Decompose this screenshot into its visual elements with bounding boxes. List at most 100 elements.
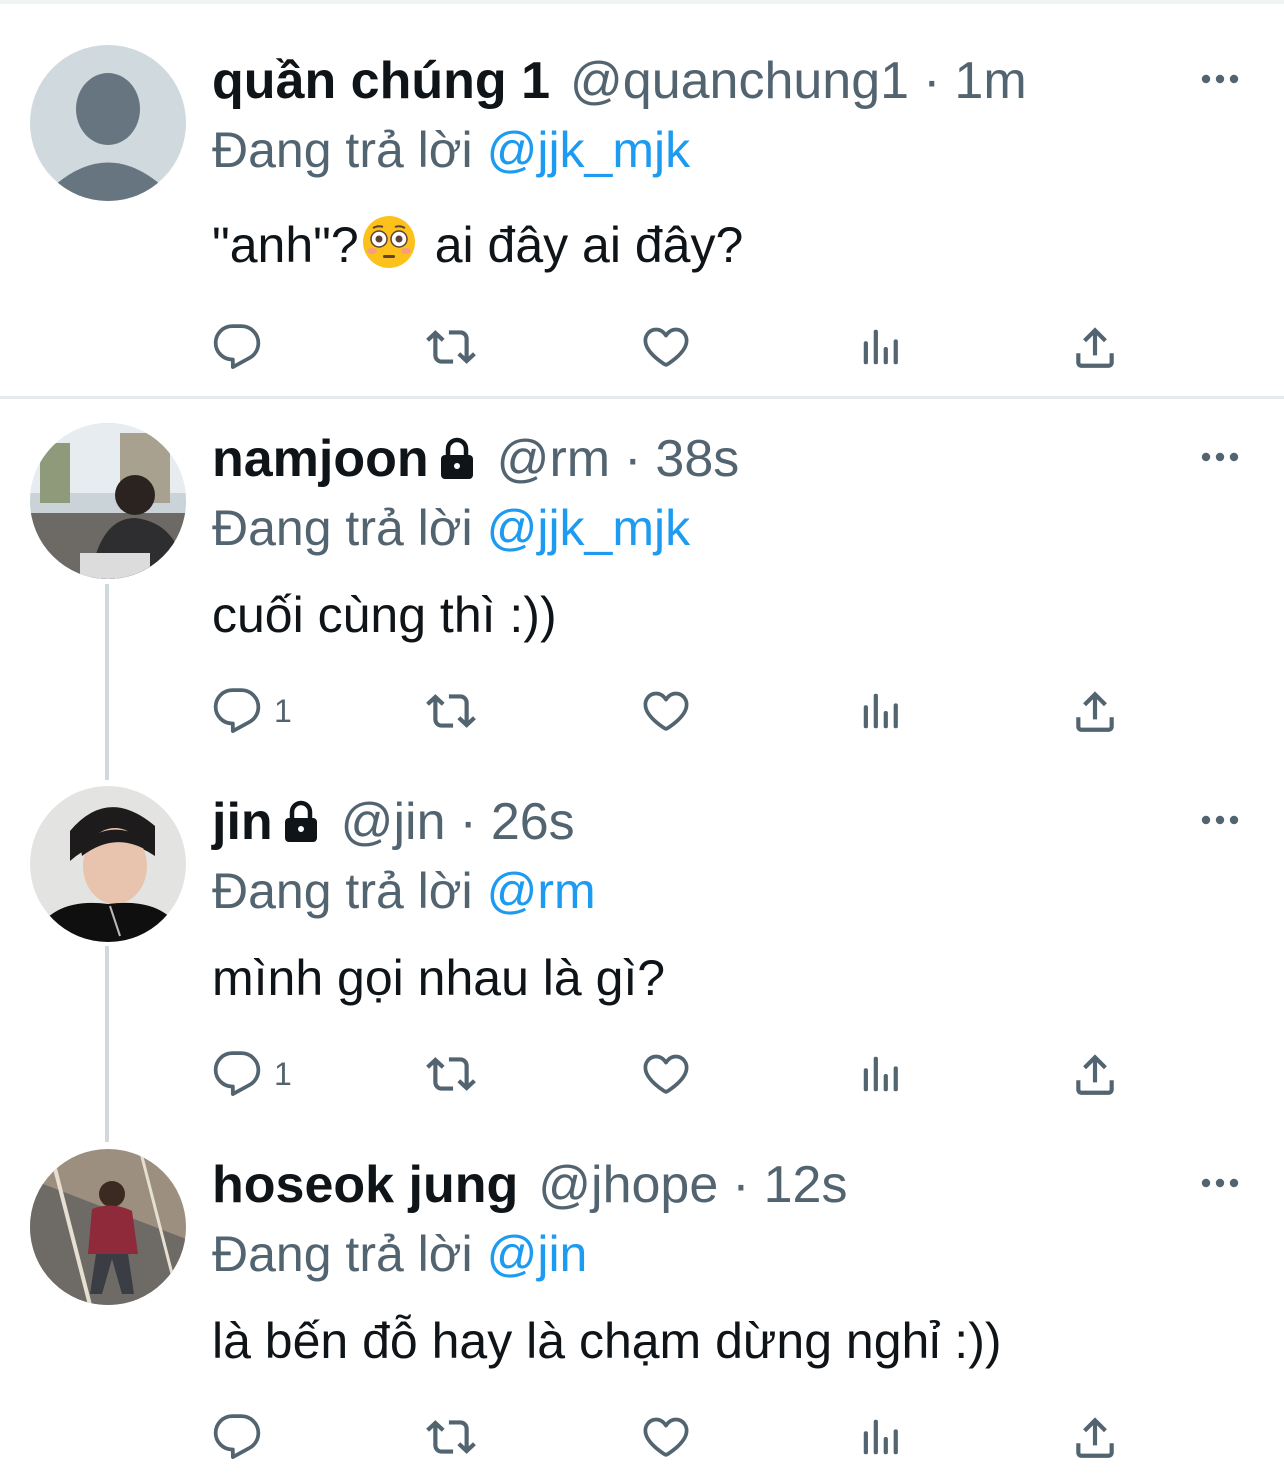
retweet-button[interactable] [424,322,484,372]
reply-count: 1 [274,1055,292,1092]
reply-button[interactable] [212,322,272,372]
reply-context: Đang trả lời @jjk_mjk [212,498,690,558]
retweet-icon [424,1049,478,1099]
tweet-2[interactable]: namjoon @rm · 38s Đang trả lời @jjk_mjk … [0,400,1284,762]
share-icon [1070,686,1120,736]
user-handle[interactable]: @jin [341,790,446,854]
retweet-button[interactable] [424,1049,484,1099]
reply-button[interactable] [212,1412,272,1462]
more-icon[interactable] [1196,442,1244,472]
reply-icon [212,322,262,372]
reply-context: Đang trả lời @jin [212,1224,587,1284]
reply-count: 1 [274,692,292,729]
views-icon [858,686,904,736]
like-button[interactable] [640,1412,700,1462]
reply-mention[interactable]: @jjk_mjk [487,122,691,178]
timestamp[interactable]: 38s [655,427,739,491]
retweet-icon [424,322,478,372]
retweet-icon [424,686,478,736]
share-icon [1070,1412,1120,1462]
like-icon [640,1412,692,1462]
views-button[interactable] [858,686,918,736]
tweet-text: mình gọi nhau là gì? [212,950,666,1006]
tweet-3[interactable]: jin @jin · 26s Đang trả lời @rm mình gọi… [0,763,1284,1125]
default-avatar-icon [30,45,186,201]
reply-mention[interactable]: @jjk_mjk [487,500,691,556]
profile-photo-icon [30,1149,186,1305]
reply-mention[interactable]: @rm [487,863,596,919]
reply-icon [212,1049,262,1099]
separator: · [459,793,477,851]
share-button[interactable] [1070,322,1130,372]
avatar-namjoon[interactable] [30,423,186,579]
share-button[interactable] [1070,1412,1130,1462]
views-icon [858,1049,904,1099]
avatar-jin[interactable] [30,786,186,942]
like-icon [640,322,692,372]
views-button[interactable] [858,1412,918,1462]
share-icon [1070,1049,1120,1099]
reply-button[interactable]: 1 [212,1049,332,1099]
tweet-4[interactable]: hoseok jung @jhope · 12s Đang trả lời @j… [0,1126,1284,1482]
tweet-header: jin @jin · 26s [212,790,575,854]
reply-context: Đang trả lời @jjk_mjk [212,120,690,180]
more-icon[interactable] [1196,64,1244,94]
lock-icon [281,800,321,844]
display-name[interactable]: quần chúng 1 [212,49,550,113]
lock-icon [437,437,477,481]
separator: · [624,430,642,488]
flushed-face-icon [362,216,415,268]
share-button[interactable] [1070,1049,1130,1099]
profile-photo-icon [30,423,186,579]
reply-prefix: Đang trả lời [212,500,473,556]
views-icon [858,1412,904,1462]
reply-prefix: Đang trả lời [212,122,473,178]
views-icon [858,322,904,372]
more-icon[interactable] [1196,1168,1244,1198]
user-handle[interactable]: @rm [497,427,610,491]
reply-prefix: Đang trả lời [212,863,473,919]
display-name[interactable]: hoseok jung [212,1153,518,1217]
user-handle[interactable]: @quanchung1 [570,49,909,113]
share-icon [1070,322,1120,372]
timestamp[interactable]: 12s [764,1153,848,1217]
like-icon [640,1049,692,1099]
tweet-header: hoseok jung @jhope · 12s [212,1153,847,1217]
avatar-default[interactable] [30,45,186,201]
like-button[interactable] [640,322,700,372]
reply-prefix: Đang trả lời [212,1226,473,1282]
retweet-button[interactable] [424,1412,484,1462]
more-icon[interactable] [1196,805,1244,835]
retweet-button[interactable] [424,686,484,736]
tweet-1[interactable]: quần chúng 1 @quanchung1 · 1m Đang trả l… [0,0,1284,396]
tweet-text: cuối cùng thì :)) [212,587,557,643]
tweet-header: quần chúng 1 @quanchung1 · 1m [212,49,1027,113]
like-icon [640,686,692,736]
like-button[interactable] [640,1049,700,1099]
display-name[interactable]: jin [212,790,273,854]
reply-icon [212,1412,262,1462]
reply-button[interactable]: 1 [212,686,332,736]
profile-photo-icon [30,786,186,942]
user-handle[interactable]: @jhope [538,1153,718,1217]
avatar-hoseok[interactable] [30,1149,186,1305]
tweet-text: là bến đỗ hay là chạm dừng nghỉ :)) [212,1313,1002,1369]
tweet-divider [0,396,1284,399]
timestamp[interactable]: 1m [954,49,1026,113]
reply-context: Đang trả lời @rm [212,861,596,921]
share-button[interactable] [1070,686,1130,736]
retweet-icon [424,1412,478,1462]
reply-mention[interactable]: @jin [487,1226,588,1282]
views-button[interactable] [858,322,918,372]
tweet-text: "anh"? ai đây ai đây? [212,214,743,276]
tweet-text-part-2: ai đây ai đây? [434,217,744,273]
separator: · [732,1156,750,1214]
reply-icon [212,686,262,736]
like-button[interactable] [640,686,700,736]
timestamp[interactable]: 26s [491,790,575,854]
display-name[interactable]: namjoon [212,427,429,491]
views-button[interactable] [858,1049,918,1099]
separator: · [923,52,941,110]
tweet-text-part-1: "anh"? [212,217,359,273]
tweet-header: namjoon @rm · 38s [212,427,739,491]
